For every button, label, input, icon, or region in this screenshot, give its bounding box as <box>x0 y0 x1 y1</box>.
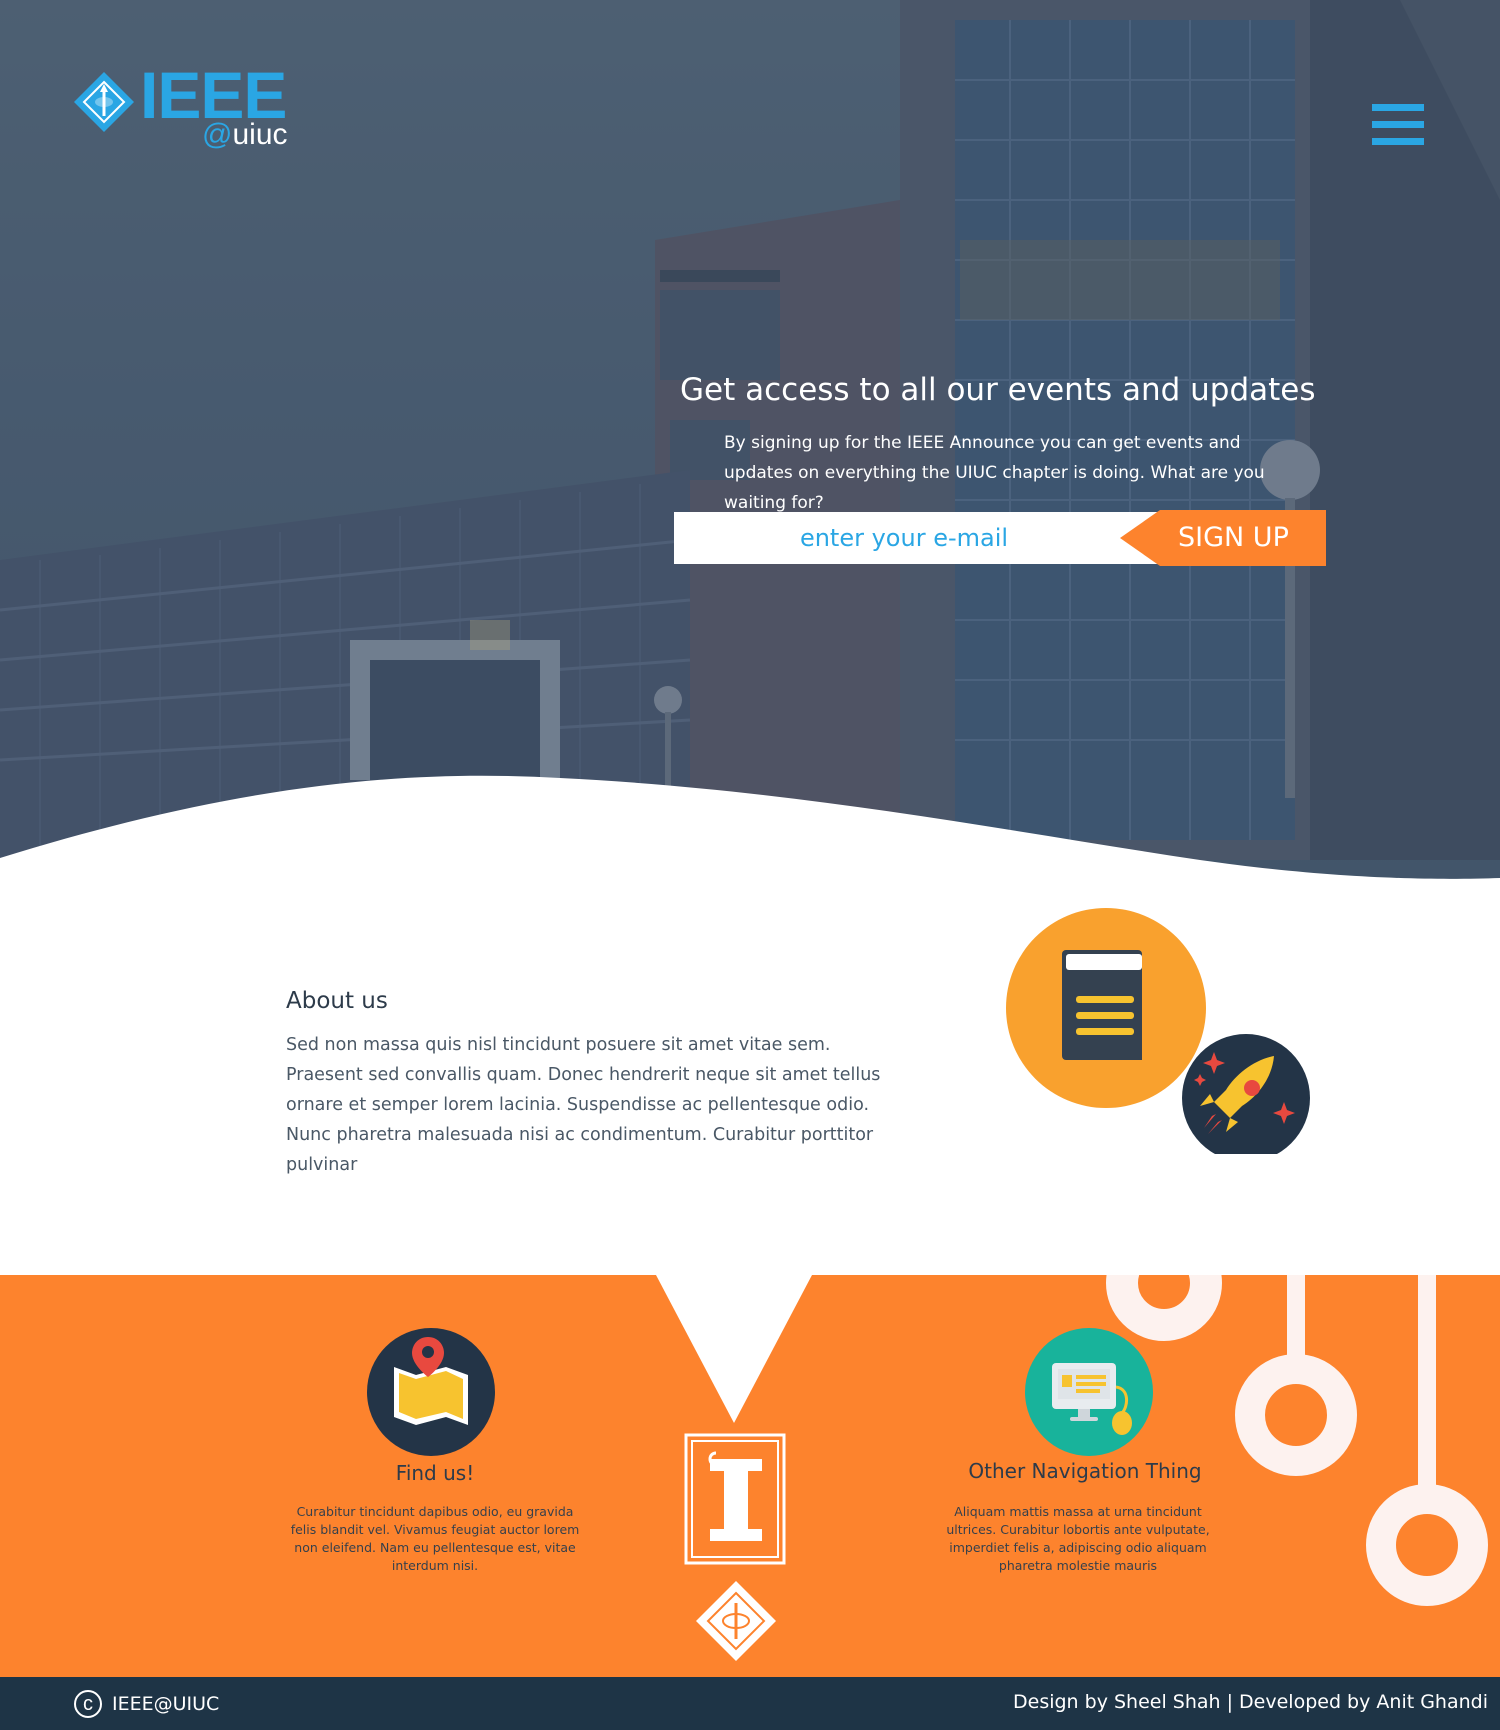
book-icon <box>1006 908 1206 1108</box>
ieee-uiuc-logo[interactable]: IEEE @uiuc <box>72 62 302 158</box>
signup-button-label: SIGN UP <box>1178 522 1289 553</box>
signup-description: By signing up for the IEEE Announce you … <box>724 433 1265 513</box>
other-nav-text: Aliquam mattis massa at urna tincidunt u… <box>946 1504 1210 1573</box>
ieee-diamond-icon <box>74 72 134 132</box>
ieee-diamond-footer-icon <box>696 1581 776 1661</box>
copyright-icon: c <box>74 1690 102 1718</box>
signup-form: SIGN UP <box>674 510 1326 566</box>
about-section: About us Sed non massa quis nisl tincidu… <box>0 880 1500 1275</box>
band-decoration <box>656 1275 1488 1661</box>
navigation-band: Find us! Curabitur tincidunt dapibus odi… <box>0 1275 1500 1677</box>
about-text: Sed non massa quis nisl tincidunt posuer… <box>286 1035 881 1175</box>
footer-brand: IEEE@UIUC <box>112 1693 220 1715</box>
about-illustration <box>1006 908 1310 1154</box>
rocket-icon <box>1182 1034 1310 1154</box>
other-nav-title: Other Navigation Thing <box>968 1459 1202 1483</box>
footer: c IEEE@UIUC Design by Sheel Shah | Devel… <box>0 1677 1500 1730</box>
email-input[interactable] <box>674 512 1174 564</box>
map-icon <box>367 1328 495 1456</box>
menu-icon[interactable] <box>1372 104 1424 148</box>
about-heading: About us <box>286 988 388 1014</box>
find-us-title: Find us! <box>395 1461 475 1485</box>
signup-button[interactable]: SIGN UP <box>1120 510 1326 566</box>
footer-copyright: c IEEE@UIUC <box>74 1690 219 1718</box>
illinois-logo-icon <box>684 1433 786 1565</box>
hero-section: IEEE @uiuc Get access to all our events … <box>0 0 1500 880</box>
signup-heading: Get access to all our events and updates <box>680 372 1316 408</box>
logo-subtitle: @uiuc <box>202 118 288 151</box>
footer-credits: Design by Sheel Shah | Developed by Anit… <box>1013 1691 1488 1713</box>
find-us-text: Curabitur tincidunt dapibus odio, eu gra… <box>290 1504 580 1573</box>
computer-icon <box>1025 1328 1153 1456</box>
